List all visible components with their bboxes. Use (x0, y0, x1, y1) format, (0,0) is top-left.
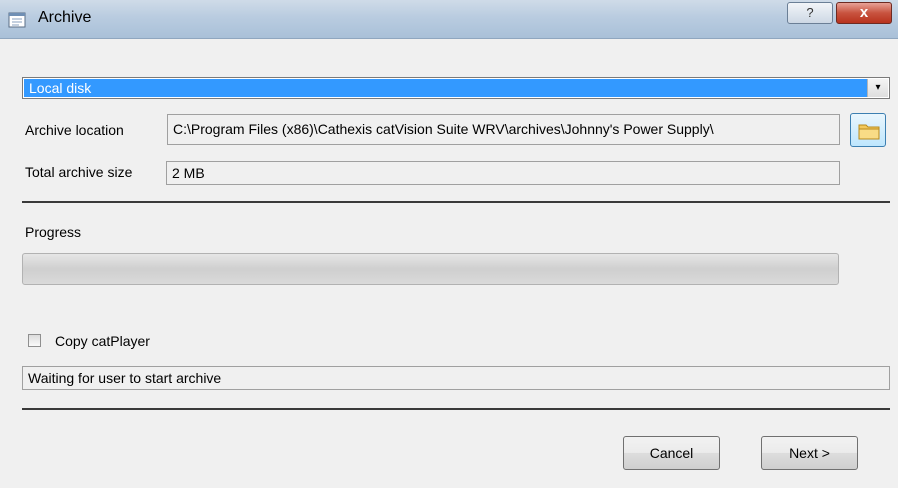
archive-window-icon (8, 11, 28, 29)
cancel-button[interactable]: Cancel (623, 436, 720, 470)
separator-top (22, 201, 890, 203)
status-field: Waiting for user to start archive (22, 366, 890, 390)
destination-selected: Local disk (24, 79, 867, 97)
separator-bottom (22, 408, 890, 410)
close-button[interactable]: x (836, 2, 892, 24)
progress-bar (22, 253, 839, 285)
title-bar[interactable]: Archive ? x (0, 0, 898, 39)
archive-location-label: Archive location (25, 122, 124, 138)
destination-dropdown[interactable]: Local disk ▾ (22, 77, 890, 99)
copy-catplayer-label[interactable]: Copy catPlayer (55, 333, 150, 349)
folder-icon (858, 124, 880, 140)
total-size-label: Total archive size (25, 164, 133, 180)
total-size-field: 2 MB (166, 161, 840, 185)
window-title: Archive (38, 9, 92, 26)
archive-dialog: Archive ? x Local disk ▾ Archive locatio… (0, 0, 898, 488)
progress-label: Progress (25, 224, 82, 240)
browse-button[interactable] (850, 113, 886, 147)
archive-location-field[interactable]: C:\Program Files (x86)\Cathexis catVisio… (167, 114, 840, 145)
chevron-down-icon[interactable]: ▾ (867, 79, 888, 97)
help-button[interactable]: ? (787, 2, 833, 24)
copy-catplayer-checkbox[interactable] (28, 334, 41, 347)
next-button[interactable]: Next > (761, 436, 858, 470)
